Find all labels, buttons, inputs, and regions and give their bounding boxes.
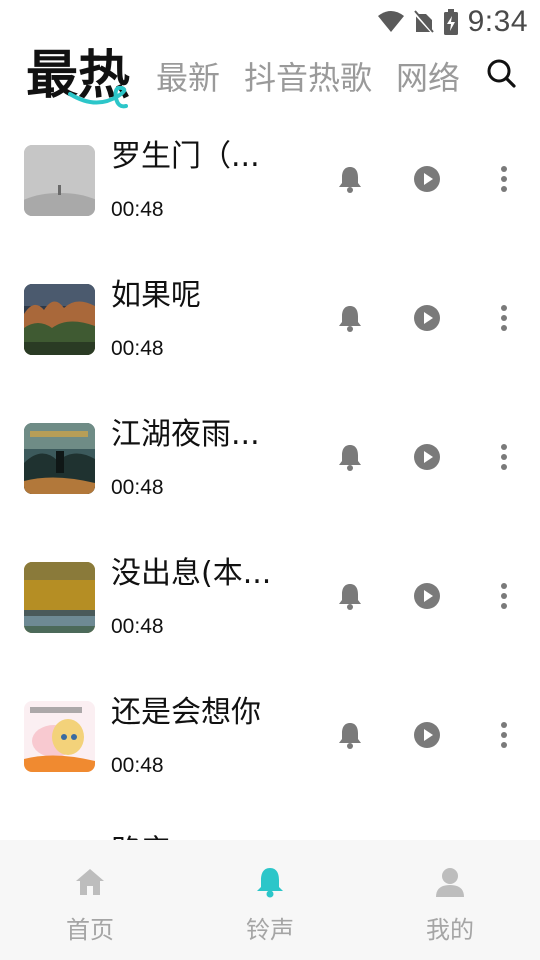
- nav-label: 我的: [426, 916, 474, 944]
- more-options-button[interactable]: [489, 581, 519, 611]
- set-ringtone-button[interactable]: [335, 720, 365, 750]
- bottom-nav: 首页 铃声 我的: [0, 840, 540, 960]
- status-time: 9:34: [467, 5, 528, 38]
- play-icon: [414, 305, 440, 331]
- play-button[interactable]: [412, 442, 442, 472]
- cover-art: [24, 284, 95, 355]
- song-row[interactable]: 江湖夜雨... 00:48: [0, 394, 540, 533]
- no-sim-icon: [413, 10, 434, 34]
- more-options-button[interactable]: [489, 442, 519, 472]
- more-vertical-icon: [501, 583, 507, 609]
- nav-label: 铃声: [246, 916, 294, 944]
- song-duration: 00:48: [111, 476, 164, 499]
- nav-ringtones[interactable]: 铃声: [180, 840, 360, 960]
- album-cover[interactable]: [24, 562, 95, 633]
- tab-label: 最新: [156, 59, 221, 97]
- song-title: 江湖夜雨...: [111, 417, 260, 452]
- tab-active-indicator: [68, 86, 128, 109]
- play-button[interactable]: [412, 720, 442, 750]
- more-vertical-icon: [501, 444, 507, 470]
- top-nav: 最热 最新 抖音热歌 网络: [0, 44, 540, 116]
- set-ringtone-button[interactable]: [335, 303, 365, 333]
- nav-profile[interactable]: 我的: [360, 840, 540, 960]
- bell-icon: [339, 723, 361, 749]
- tab-label: 网络: [396, 59, 461, 97]
- more-vertical-icon: [501, 722, 507, 748]
- more-options-button[interactable]: [489, 164, 519, 194]
- song-row[interactable]: 如果呢 00:48: [0, 255, 540, 394]
- song-row[interactable]: 罗生门（... 00:48: [0, 116, 540, 255]
- song-title: 罗生门（...: [111, 139, 260, 174]
- cover-art: [24, 145, 95, 216]
- tab-douyin-hits[interactable]: 抖音热歌: [244, 48, 372, 108]
- play-icon: [414, 444, 440, 470]
- category-tabs: 最热 最新 抖音热歌 网络: [26, 44, 470, 116]
- song-title: 路彦: [111, 831, 281, 840]
- cover-art: [24, 562, 95, 633]
- song-list[interactable]: 罗生门（... 00:48 如果呢 00:48 江湖夜雨... 00:48 没出…: [0, 116, 540, 840]
- play-button[interactable]: [412, 581, 442, 611]
- status-bar: 9:34: [0, 0, 540, 44]
- cover-art: [24, 423, 95, 494]
- set-ringtone-button[interactable]: [335, 442, 365, 472]
- set-ringtone-button[interactable]: [335, 164, 365, 194]
- bell-icon: [339, 584, 361, 610]
- search-icon[interactable]: [486, 58, 518, 90]
- nav-home[interactable]: 首页: [0, 840, 180, 960]
- song-row[interactable]: 没出息(本... 00:48: [0, 533, 540, 672]
- song-duration: 00:48: [111, 754, 164, 777]
- bell-icon: [339, 306, 361, 332]
- play-icon: [414, 722, 440, 748]
- user-icon: [436, 868, 464, 897]
- song-title: 没出息(本...: [111, 556, 272, 591]
- song-duration: 00:48: [111, 198, 164, 221]
- play-icon: [414, 166, 440, 192]
- play-button[interactable]: [412, 164, 442, 194]
- play-icon: [414, 583, 440, 609]
- album-cover[interactable]: [24, 423, 95, 494]
- tab-hottest[interactable]: 最热: [26, 44, 130, 109]
- more-vertical-icon: [501, 166, 507, 192]
- battery-charging-icon: [443, 9, 458, 35]
- tab-label: 抖音热歌: [244, 59, 373, 97]
- album-cover[interactable]: [24, 701, 95, 772]
- album-cover[interactable]: [24, 145, 95, 216]
- more-options-button[interactable]: [489, 720, 519, 750]
- more-options-button[interactable]: [489, 303, 519, 333]
- bell-icon: [339, 445, 361, 471]
- home-icon: [76, 869, 104, 895]
- set-ringtone-button[interactable]: [335, 581, 365, 611]
- bell-icon: [339, 167, 361, 193]
- nav-label: 首页: [66, 916, 114, 944]
- song-row[interactable]: 还是会想你 00:48: [0, 672, 540, 811]
- album-cover[interactable]: [24, 284, 95, 355]
- song-row[interactable]: 路彦: [0, 811, 540, 840]
- cover-art: [24, 701, 95, 772]
- status-icons: 9:34: [377, 4, 528, 40]
- song-duration: 00:48: [111, 337, 164, 360]
- song-duration: 00:48: [111, 615, 164, 638]
- song-title: 如果呢: [111, 278, 201, 313]
- tab-network[interactable]: 网络: [396, 48, 460, 108]
- tab-newest[interactable]: 最新: [156, 48, 220, 108]
- wifi-icon: [377, 11, 404, 32]
- bell-icon: [257, 868, 283, 898]
- play-button[interactable]: [412, 303, 442, 333]
- app-root: 9:34 最热 最新 抖音热歌 网络 罗生门（... 00:48 如果呢 00:…: [0, 0, 540, 960]
- song-title: 还是会想你: [111, 695, 261, 730]
- more-vertical-icon: [501, 305, 507, 331]
